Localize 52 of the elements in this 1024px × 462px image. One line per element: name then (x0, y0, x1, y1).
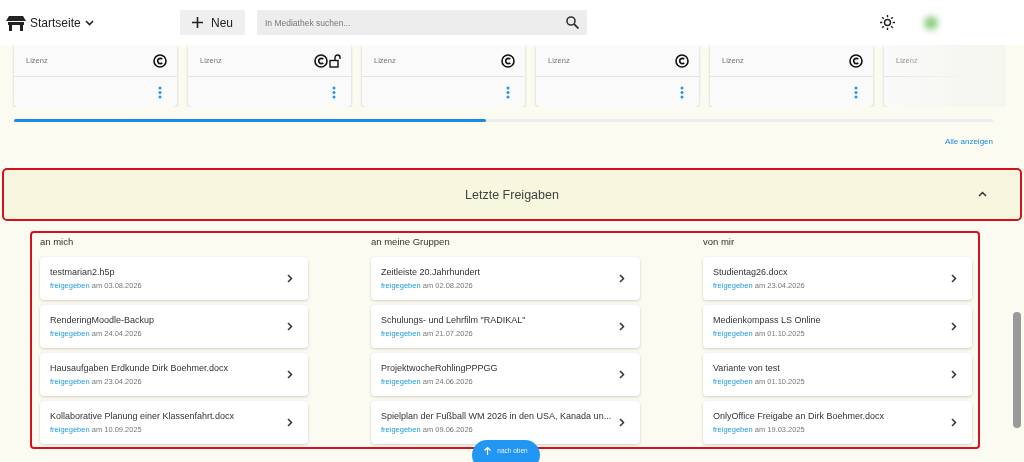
column-heading: an mich (40, 236, 75, 249)
more-options-icon[interactable] (506, 85, 510, 99)
chevron-right-icon (951, 370, 957, 379)
file-name: Kollaborative Planung einer Klassenfahrt.docx (50, 411, 235, 421)
column-heading: von mir (703, 236, 736, 249)
chevron-right-icon (287, 370, 293, 379)
copyright-icon (501, 53, 515, 68)
unlock-icon (329, 53, 341, 68)
chevron-right-icon (951, 274, 957, 283)
file-name: Schulungs- und Lehrfilm "RADIKAL" (381, 315, 526, 325)
carousel-scrollbar[interactable] (14, 119, 993, 122)
section-title: Letzte Freigaben (465, 187, 559, 202)
file-name: Variante von test (713, 363, 781, 373)
home-menu-button[interactable]: Startseite (30, 15, 94, 30)
chevron-down-icon (84, 19, 94, 26)
chevron-right-icon (287, 322, 293, 331)
file-name: Medienkompass LS Online (713, 315, 821, 325)
chevron-right-icon (619, 370, 625, 379)
file-name: Hausaufgaben Erdkunde Dirk Boehmer.docx (50, 363, 229, 373)
hat-logo-icon (6, 14, 26, 31)
file-name: Spielplan der Fußball WM 2026 in den USA, Kanada un... (381, 411, 612, 421)
arrow-up-icon (484, 447, 492, 455)
copyright-icon (314, 53, 328, 68)
file-name: OnlyOffice Freigabe an Dirk Boehmer.docx (713, 411, 884, 421)
column-heading: an meine Gruppen (371, 236, 451, 249)
new-button[interactable]: Neu (180, 10, 245, 35)
section-header[interactable]: Letzte Freigaben (2, 168, 1022, 221)
sun-icon[interactable] (880, 15, 895, 30)
copyright-icon (153, 53, 167, 68)
file-name: Zeitleiste 20.Jahrhundert (381, 267, 481, 277)
chevron-right-icon (951, 322, 957, 331)
plus-icon (192, 17, 203, 28)
file-name: ProjektwocheRohlingPPPGG (381, 363, 498, 373)
chevron-right-icon (951, 418, 957, 427)
file-name: Studientag26.docx (713, 267, 789, 277)
more-options-icon[interactable] (158, 85, 162, 99)
chevron-right-icon (619, 418, 625, 427)
chevron-right-icon (287, 418, 293, 427)
more-options-icon[interactable] (680, 85, 684, 99)
avatar-icon[interactable] (924, 15, 938, 30)
more-options-icon[interactable] (332, 85, 336, 99)
copyright-icon (849, 53, 863, 68)
chevron-right-icon (619, 274, 625, 283)
file-name: RenderingMoodle-Backup (50, 315, 155, 325)
show-all-link[interactable]: Alle anzeigen (944, 137, 993, 149)
chevron-right-icon (287, 274, 293, 283)
search-icon (566, 16, 579, 29)
more-options-icon[interactable] (854, 85, 858, 99)
file-name: testmarian2.h5p (50, 267, 116, 277)
chevron-right-icon (619, 322, 625, 331)
copyright-icon (675, 53, 689, 68)
search-field[interactable]: In Mediathek suchen... (257, 10, 587, 35)
